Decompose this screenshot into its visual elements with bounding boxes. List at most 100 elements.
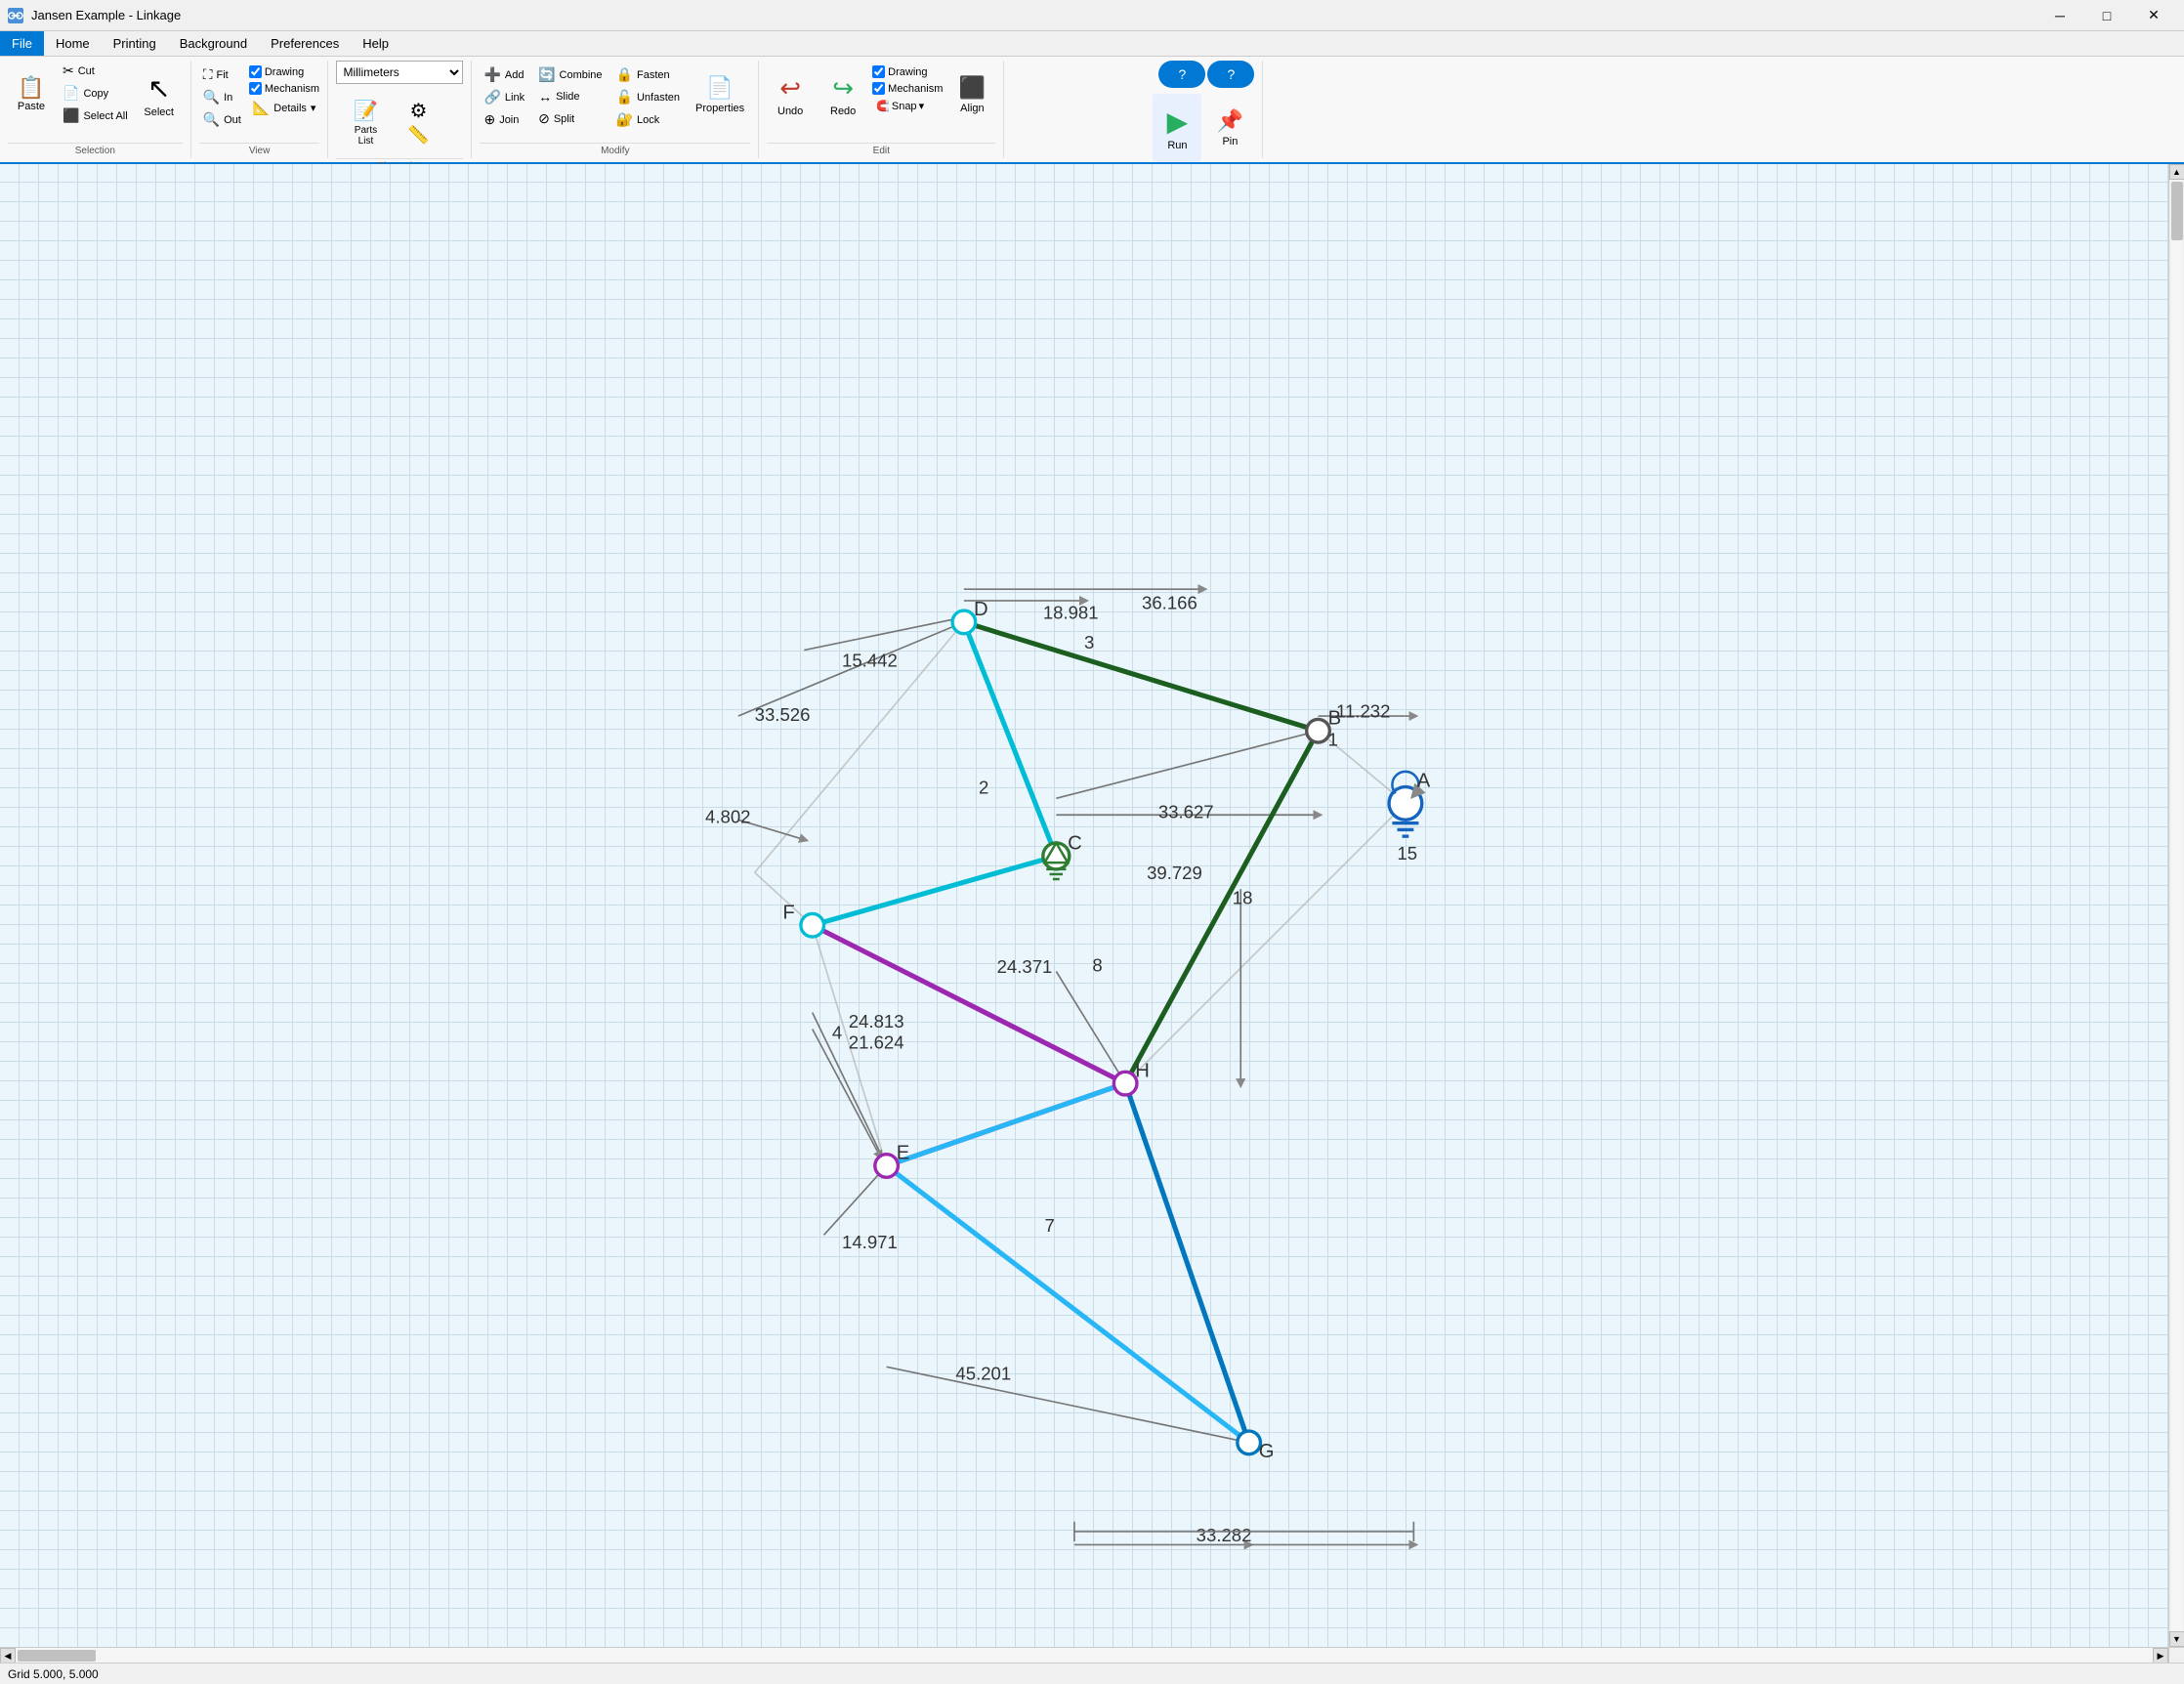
scroll-v-thumb[interactable]: [2171, 182, 2183, 240]
slide-button[interactable]: ↔ Slide: [534, 87, 606, 106]
paste-button[interactable]: 📋 Paste: [8, 61, 55, 129]
svg-text:8: 8: [1092, 954, 1102, 975]
align-button[interactable]: ⬛ Align: [948, 61, 995, 129]
menu-preferences[interactable]: Preferences: [259, 31, 351, 56]
parts-list-icon: 📝: [354, 99, 378, 123]
zoom-in-icon: 🔍: [203, 89, 220, 105]
select-button[interactable]: ↖ Select: [136, 61, 183, 129]
svg-text:4.802: 4.802: [705, 807, 750, 827]
svg-text:33.627: 33.627: [1158, 802, 1214, 822]
add-button[interactable]: ➕ Add: [480, 64, 528, 85]
cut-button[interactable]: ✂ Cut: [59, 61, 132, 81]
view-buttons-col: ⛶ Fit 🔍 In 🔍 Out: [199, 61, 245, 130]
unfasten-button[interactable]: 🔓 Unfasten: [612, 87, 684, 107]
scroll-left-button[interactable]: ◀: [0, 1648, 16, 1663]
drawing-checkbox[interactable]: [249, 65, 262, 78]
menu-printing[interactable]: Printing: [102, 31, 168, 56]
join-icon: ⊕: [483, 111, 495, 128]
add-icon: ➕: [483, 66, 500, 83]
simulate-group: ? ? ▶ Run 📌 Pin ⏮ ⏪ ▶: [1004, 61, 1263, 158]
horizontal-scrollbar[interactable]: ◀ ▶: [0, 1648, 2168, 1663]
edit-group: ↩ Undo ↪ Redo Drawing Mechanism 🧲: [759, 61, 1004, 158]
title-bar-controls: ─ □ ✕: [2037, 0, 2176, 31]
zoom-out-icon: 🔍: [203, 111, 220, 128]
svg-text:11.232: 11.232: [1336, 701, 1390, 722]
parts-list-button[interactable]: 📝 Parts List: [336, 88, 395, 156]
scroll-down-button[interactable]: ▼: [2169, 1631, 2184, 1647]
menu-home[interactable]: Home: [44, 31, 102, 56]
edit-mechanism-checkbox[interactable]: [872, 82, 885, 95]
mechanism-checkbox[interactable]: [249, 82, 262, 95]
menu-file[interactable]: File: [0, 31, 44, 56]
scroll-h-track[interactable]: [16, 1648, 2153, 1663]
fasten-button[interactable]: 🔒 Fasten: [612, 64, 684, 85]
modify-mid-col: 🔄 Combine ↔ Slide ⊘ Split: [534, 61, 606, 129]
svg-text:18: 18: [1233, 887, 1253, 907]
help1-button[interactable]: ?: [1158, 61, 1205, 88]
dimension-icon-button[interactable]: ⚙ 📏: [399, 88, 438, 156]
edit-drawing-checkbox[interactable]: [872, 65, 885, 78]
edit-content: ↩ Undo ↪ Redo Drawing Mechanism 🧲: [767, 61, 995, 141]
title-bar: Jansen Example - Linkage ─ □ ✕: [0, 0, 2184, 31]
fit-button[interactable]: ⛶ Fit: [199, 64, 245, 85]
redo-button[interactable]: ↪ Redo: [819, 61, 866, 129]
view-checks-col: Drawing Mechanism 📐 Details ▾: [249, 61, 320, 118]
grid-status: Grid 5.000, 5.000: [8, 1667, 99, 1681]
close-button[interactable]: ✕: [2131, 0, 2176, 31]
zoom-out-button[interactable]: 🔍 Out: [199, 109, 245, 130]
unit-select[interactable]: Millimeters Inches Centimeters: [336, 61, 463, 84]
svg-text:33.526: 33.526: [755, 704, 811, 725]
drawing-check-label[interactable]: Drawing: [249, 64, 320, 79]
zoom-in-button[interactable]: 🔍 In: [199, 87, 245, 107]
scroll-h-thumb[interactable]: [18, 1650, 96, 1662]
split-icon: ⊘: [538, 110, 550, 127]
edit-drawing-check[interactable]: Drawing: [872, 64, 943, 79]
run-button[interactable]: ▶ Run: [1153, 94, 1201, 162]
properties-button[interactable]: 📄 Properties: [690, 61, 750, 129]
fasten-icon: 🔒: [616, 66, 633, 83]
mechanism-check-label[interactable]: Mechanism: [249, 81, 320, 96]
unfasten-icon: 🔓: [616, 89, 633, 105]
vertical-scrollbar[interactable]: ▲ ▼: [2168, 164, 2184, 1647]
pin-button[interactable]: 📌 Pin: [1205, 94, 1254, 162]
slide-icon: ↔: [538, 89, 552, 105]
details-button[interactable]: 📐 Details ▾: [249, 98, 320, 118]
title-bar-left: Jansen Example - Linkage: [8, 8, 181, 23]
select-all-icon: ⬛: [63, 107, 79, 124]
join-button[interactable]: ⊕ Join: [480, 109, 528, 130]
scroll-corner: [2168, 1648, 2184, 1663]
svg-text:21.624: 21.624: [849, 1032, 904, 1053]
svg-text:45.201: 45.201: [955, 1364, 1011, 1384]
edit-checks-col: Drawing Mechanism 🧲 Snap ▾: [872, 61, 943, 114]
maximize-button[interactable]: □: [2084, 0, 2129, 31]
menu-background[interactable]: Background: [168, 31, 259, 56]
menu-help[interactable]: Help: [351, 31, 400, 56]
scroll-right-button[interactable]: ▶: [2153, 1648, 2168, 1663]
lock-button[interactable]: 🔐 Lock: [612, 109, 684, 130]
split-button[interactable]: ⊘ Split: [534, 108, 606, 129]
select-all-button[interactable]: ⬛ Select All: [59, 105, 132, 126]
svg-text:G: G: [1259, 1441, 1275, 1462]
snap-button[interactable]: 🧲 Snap ▾: [872, 98, 943, 114]
scroll-up-button[interactable]: ▲: [2169, 164, 2184, 180]
app-icon: [8, 8, 23, 23]
edit-mechanism-check[interactable]: Mechanism: [872, 81, 943, 96]
scroll-v-track[interactable]: [2171, 180, 2183, 1631]
copy-button[interactable]: 📄 Copy: [59, 83, 132, 104]
svg-text:1: 1: [1328, 729, 1338, 749]
view-content: ⛶ Fit 🔍 In 🔍 Out Drawing: [199, 61, 320, 141]
svg-text:C: C: [1068, 833, 1082, 855]
combine-button[interactable]: 🔄 Combine: [534, 64, 606, 85]
link-icon: 🔗: [483, 89, 500, 105]
modify-label: Modify: [480, 143, 750, 158]
minimize-button[interactable]: ─: [2037, 0, 2082, 31]
canvas-area[interactable]: A B C: [0, 164, 2168, 1647]
help2-button[interactable]: ?: [1207, 61, 1254, 88]
modify-left-col: ➕ Add 🔗 Link ⊕ Join: [480, 61, 528, 130]
svg-text:4: 4: [832, 1023, 842, 1043]
align-icon: ⬛: [959, 75, 986, 101]
modify-right-col: 🔒 Fasten 🔓 Unfasten 🔐 Lock: [612, 61, 684, 130]
svg-text:15: 15: [1397, 843, 1417, 863]
link-button[interactable]: 🔗 Link: [480, 87, 528, 107]
undo-button[interactable]: ↩ Undo: [767, 61, 814, 129]
